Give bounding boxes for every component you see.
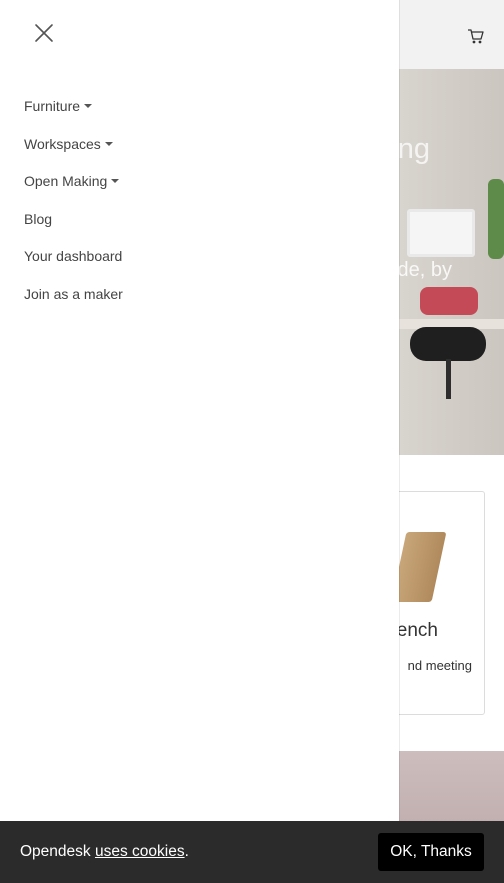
- hero-plant: [488, 179, 504, 259]
- menu-item-workspaces[interactable]: Workspaces: [24, 134, 123, 172]
- menu-item-label: Open Making: [24, 173, 108, 190]
- product-description: nd meeting: [407, 658, 472, 673]
- nav-drawer: Furniture Workspaces Open Making Blog Yo…: [0, 0, 399, 883]
- hero-chair-leg: [446, 359, 451, 399]
- dropdown-caret-icon: [111, 179, 120, 184]
- dropdown-caret-icon: [104, 141, 113, 146]
- menu-item-open-making[interactable]: Open Making: [24, 171, 123, 209]
- cookie-prefix: Opendesk: [20, 843, 95, 860]
- product-title: ench: [396, 620, 438, 641]
- menu-item-label: Workspaces: [24, 135, 101, 152]
- menu-item-label: Your dashboard: [24, 248, 123, 265]
- menu-item-label: Join as a maker: [24, 285, 123, 302]
- accept-cookies-button[interactable]: OK, Thanks: [378, 833, 484, 871]
- menu-item-label: Furniture: [24, 98, 81, 114]
- hero-monitor: [407, 209, 475, 257]
- menu-item-blog[interactable]: Blog: [24, 209, 123, 247]
- hero-chair-seat: [410, 327, 486, 361]
- close-icon[interactable]: [32, 21, 56, 45]
- hero-chair-back: [420, 287, 478, 315]
- drawer-menu: Furniture Workspaces Open Making Blog Yo…: [24, 96, 123, 322]
- cookie-message: Opendesk uses cookies.: [20, 843, 189, 861]
- menu-item-label: Blog: [24, 210, 53, 227]
- dropdown-caret-icon: [84, 104, 93, 108]
- cookie-suffix: .: [184, 843, 189, 860]
- menu-item-dashboard[interactable]: Your dashboard: [24, 246, 123, 284]
- shopping-cart-icon[interactable]: [466, 27, 486, 45]
- menu-item-furniture[interactable]: Furniture: [24, 96, 123, 134]
- cookie-banner: Opendesk uses cookies. OK, Thanks: [0, 821, 504, 883]
- product-image: [391, 532, 447, 602]
- menu-item-join-maker[interactable]: Join as a maker: [24, 284, 123, 322]
- cookie-policy-link[interactable]: uses cookies: [95, 843, 185, 860]
